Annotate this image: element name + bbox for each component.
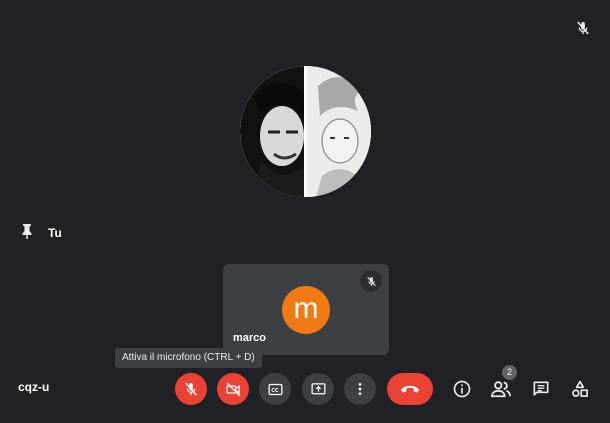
info-icon bbox=[453, 380, 471, 398]
participant-avatar: m bbox=[282, 286, 330, 334]
participant-name: marco bbox=[233, 332, 267, 344]
hang-up-icon bbox=[400, 385, 420, 393]
captions-button[interactable]: CC bbox=[259, 373, 291, 405]
self-label-row: Tu bbox=[20, 223, 62, 244]
people-count-badge: 2 bbox=[502, 365, 517, 380]
camera-off-icon bbox=[225, 382, 240, 396]
more-options-icon bbox=[358, 383, 362, 395]
self-name: Tu bbox=[48, 226, 62, 240]
activities-button[interactable] bbox=[567, 376, 593, 402]
captions-icon: CC bbox=[267, 383, 283, 395]
avatar bbox=[240, 66, 371, 197]
info-button[interactable] bbox=[449, 376, 475, 402]
hang-up-button[interactable] bbox=[387, 373, 433, 405]
mic-off-icon bbox=[360, 270, 382, 292]
chat-button[interactable] bbox=[528, 376, 554, 402]
microphone-button[interactable] bbox=[175, 373, 207, 405]
more-options-button[interactable] bbox=[344, 373, 376, 405]
chat-icon bbox=[533, 381, 549, 396]
pin-icon[interactable] bbox=[20, 223, 34, 244]
present-screen-button[interactable] bbox=[302, 373, 334, 405]
camera-button[interactable] bbox=[217, 373, 249, 405]
present-screen-icon bbox=[310, 382, 326, 394]
mic-off-icon bbox=[185, 382, 197, 396]
activities-icon bbox=[572, 380, 588, 397]
tooltip: Attiva il microfono (CTRL + D) bbox=[115, 348, 262, 368]
meeting-code: cqz-u bbox=[18, 380, 50, 394]
participant-tile[interactable]: m marco bbox=[223, 264, 389, 355]
people-icon bbox=[490, 381, 511, 398]
svg-text:CC: CC bbox=[271, 387, 279, 393]
mic-off-icon bbox=[574, 19, 592, 37]
